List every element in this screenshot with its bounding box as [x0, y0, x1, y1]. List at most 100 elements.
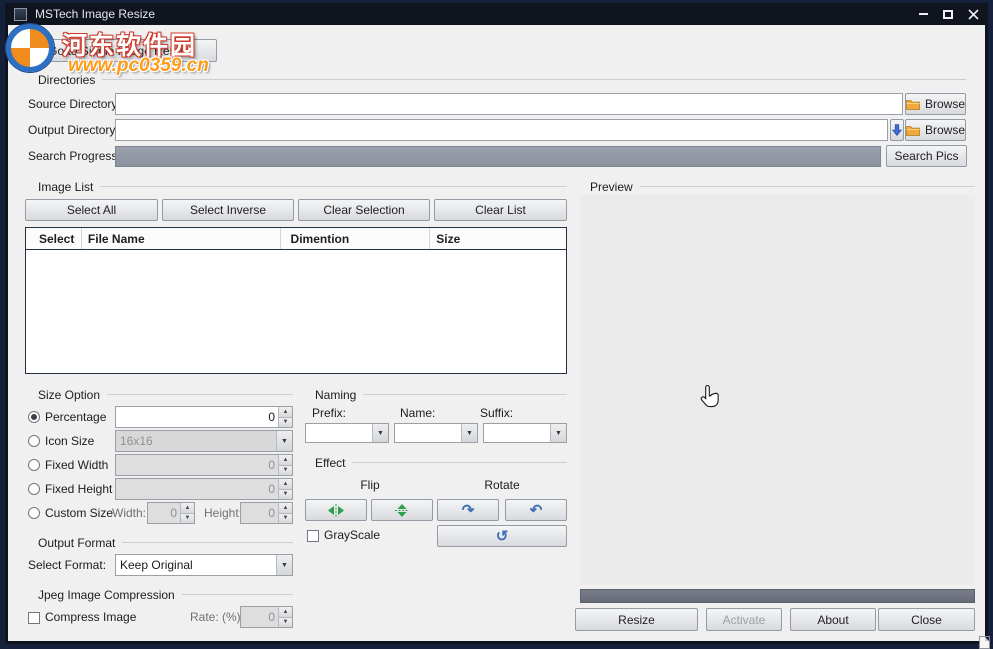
close-button[interactable]	[964, 6, 982, 22]
size-option-group-header: Size Option	[38, 388, 293, 401]
column-header-size[interactable]: Size	[430, 228, 566, 249]
chevron-down-icon[interactable]: ▼	[276, 431, 292, 451]
flip-horizontal-button[interactable]	[305, 499, 367, 521]
spin-up-icon[interactable]: ▲	[279, 455, 292, 465]
rotate-counterclockwise-button[interactable]: ↶	[505, 499, 567, 521]
fixed-width-value: 0	[116, 455, 278, 475]
column-header-dimention[interactable]: Dimention	[281, 228, 431, 249]
activate-button[interactable]: Activate	[706, 608, 782, 631]
percentage-spinner[interactable]: 0 ▲ ▼	[115, 406, 293, 428]
icon-size-value: 16x16	[116, 431, 276, 451]
spin-up-icon[interactable]: ▲	[181, 503, 194, 513]
percentage-radio[interactable]	[28, 411, 40, 423]
image-list-group-header: Image List	[38, 180, 567, 193]
go-to-single-label: Go to Single Image Resize	[48, 44, 191, 58]
name-value	[395, 424, 461, 442]
about-button[interactable]: About	[790, 608, 876, 631]
close-window-button[interactable]: Close	[878, 608, 975, 631]
about-label: About	[817, 613, 848, 627]
output-directory-input[interactable]	[115, 119, 888, 141]
custom-height-value: 0	[241, 503, 278, 523]
output-browse-button[interactable]: Browse	[905, 119, 966, 141]
icon-size-label: Icon Size	[45, 430, 94, 452]
group-divider	[107, 394, 293, 395]
fixed-width-label: Fixed Width	[45, 454, 108, 476]
flip-vertical-button[interactable]	[371, 499, 433, 521]
fixed-width-spinner[interactable]: 0 ▲ ▼	[115, 454, 293, 476]
spin-down-icon[interactable]: ▼	[279, 465, 292, 476]
suffix-combo[interactable]: ▼	[483, 423, 567, 443]
rotate-clockwise-icon: ↷	[462, 503, 475, 518]
spin-up-icon[interactable]: ▲	[279, 479, 292, 489]
chevron-down-icon[interactable]: ▼	[461, 424, 477, 442]
grayscale-checkbox[interactable]	[307, 530, 319, 542]
preview-group-header: Preview	[590, 180, 975, 193]
reset-rotation-icon: ↺	[496, 529, 509, 544]
go-to-single-image-resize-button[interactable]: Go to Single Image Resize	[22, 39, 217, 62]
image-list-group-label: Image List	[38, 180, 93, 194]
fixed-width-radio[interactable]	[28, 459, 40, 471]
maximize-button[interactable]	[939, 6, 957, 22]
group-divider	[102, 79, 966, 80]
compress-image-checkbox[interactable]	[28, 612, 40, 624]
column-header-file-name[interactable]: File Name	[82, 228, 281, 249]
chevron-down-icon[interactable]: ▼	[550, 424, 566, 442]
rate-spinner[interactable]: 0 ▲ ▼	[240, 606, 293, 628]
custom-size-radio[interactable]	[28, 507, 40, 519]
group-divider	[363, 394, 567, 395]
icon-size-radio[interactable]	[28, 435, 40, 447]
minimize-button[interactable]	[914, 6, 932, 22]
group-divider	[640, 186, 975, 187]
copy-source-to-output-button[interactable]	[890, 119, 904, 141]
spin-down-icon[interactable]: ▼	[279, 417, 292, 428]
chevron-down-icon[interactable]: ▼	[372, 424, 388, 442]
custom-width-value: 0	[148, 503, 180, 523]
select-format-combo[interactable]: Keep Original ▼	[115, 554, 293, 576]
custom-height-spinner[interactable]: 0 ▲ ▼	[240, 502, 293, 524]
search-pics-button[interactable]: Search Pics	[886, 145, 967, 167]
spin-down-icon[interactable]: ▼	[279, 617, 292, 628]
image-list-table-body[interactable]	[26, 250, 566, 373]
mouse-cursor	[700, 384, 721, 414]
column-header-select[interactable]: Select	[26, 228, 82, 249]
window-title: MSTech Image Resize	[35, 7, 155, 21]
output-directory-label: Output Directory:	[28, 119, 119, 141]
rate-value: 0	[241, 607, 278, 627]
spin-up-icon[interactable]: ▲	[279, 407, 292, 417]
clear-list-button[interactable]: Clear List	[434, 199, 567, 221]
percentage-label: Percentage	[45, 406, 106, 428]
name-combo[interactable]: ▼	[394, 423, 478, 443]
reset-rotation-button[interactable]: ↺	[437, 525, 567, 547]
select-inverse-button[interactable]: Select Inverse	[162, 199, 294, 221]
prefix-label: Prefix:	[312, 406, 346, 420]
spin-down-icon[interactable]: ▼	[279, 513, 292, 524]
source-browse-button[interactable]: Browse	[905, 93, 966, 115]
spin-buttons: ▲ ▼	[278, 503, 292, 523]
fixed-height-label: Fixed Height	[45, 478, 112, 500]
fixed-height-radio[interactable]	[28, 483, 40, 495]
rotate-clockwise-button[interactable]: ↷	[437, 499, 499, 521]
chevron-down-icon[interactable]: ▼	[276, 555, 292, 575]
titlebar[interactable]: MSTech Image Resize	[5, 3, 988, 25]
spin-up-icon[interactable]: ▲	[279, 607, 292, 617]
blue-down-arrow-icon	[892, 124, 902, 136]
clear-selection-button[interactable]: Clear Selection	[298, 199, 430, 221]
spin-down-icon[interactable]: ▼	[279, 489, 292, 500]
naming-group-label: Naming	[315, 388, 356, 402]
select-all-label: Select All	[67, 203, 116, 217]
select-all-button[interactable]: Select All	[25, 199, 158, 221]
icon-size-combo[interactable]: 16x16 ▼	[115, 430, 293, 452]
clear-list-label: Clear List	[475, 203, 526, 217]
desktop-background: MSTech Image Resize Go to Single Image R…	[0, 0, 993, 649]
spin-down-icon[interactable]: ▼	[181, 513, 194, 524]
custom-width-spinner[interactable]: 0 ▲ ▼	[147, 502, 195, 524]
resize-button[interactable]: Resize	[575, 608, 698, 631]
resize-label: Resize	[618, 613, 655, 627]
spin-up-icon[interactable]: ▲	[279, 503, 292, 513]
source-directory-input[interactable]	[115, 93, 903, 115]
fixed-height-spinner[interactable]: 0 ▲ ▼	[115, 478, 293, 500]
custom-width-label: Width:	[112, 502, 146, 524]
prefix-combo[interactable]: ▼	[305, 423, 389, 443]
spin-buttons: ▲ ▼	[180, 503, 194, 523]
effect-group-label: Effect	[315, 456, 345, 470]
